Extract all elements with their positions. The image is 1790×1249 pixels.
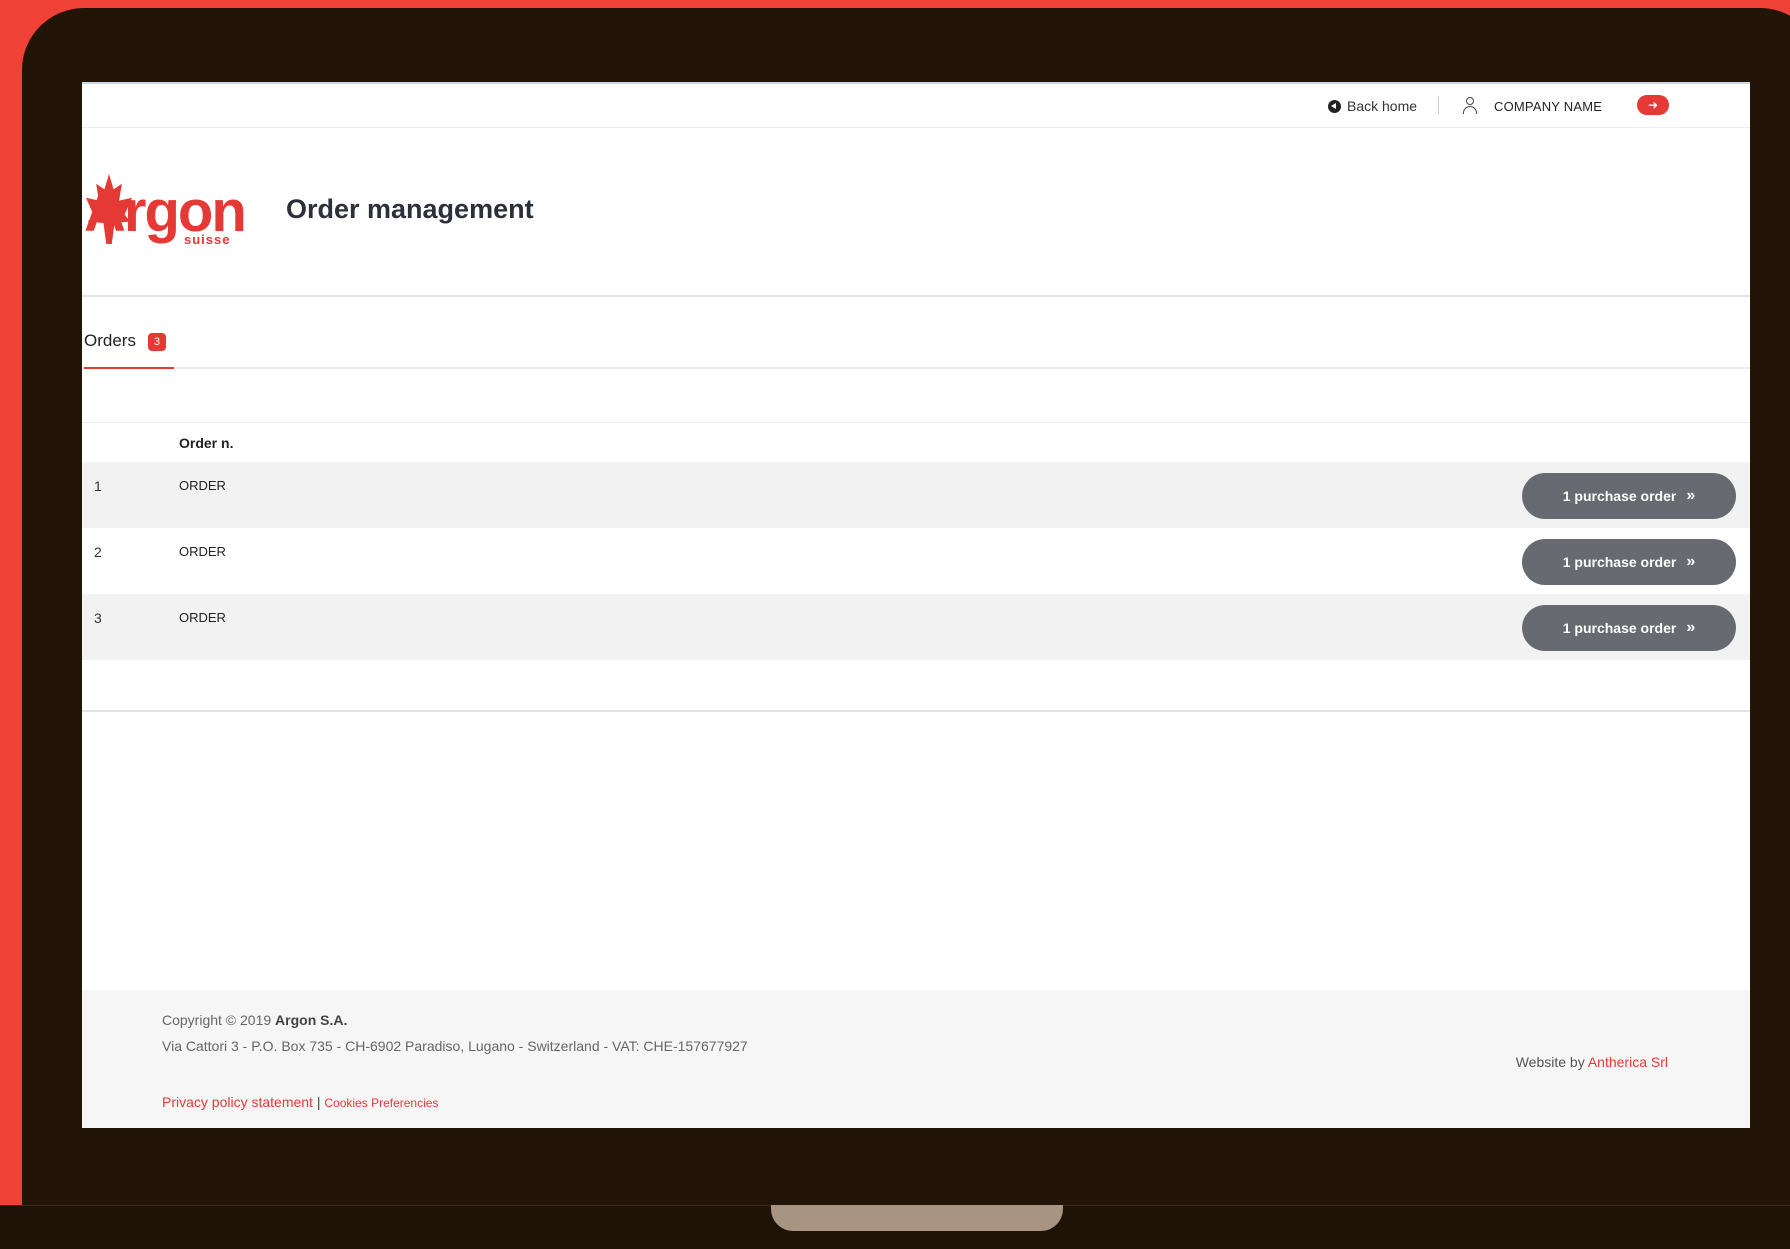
legal-links: Privacy policy statement | Cookies Prefe… bbox=[162, 1094, 438, 1110]
user-icon bbox=[1462, 97, 1478, 114]
back-home-label: Back home bbox=[1347, 98, 1418, 114]
back-home-link[interactable]: Back home bbox=[1328, 98, 1417, 114]
table-footer-divider bbox=[82, 660, 1750, 712]
tab-orders-label: Orders bbox=[84, 331, 136, 350]
orders-count-badge: 3 bbox=[147, 333, 166, 351]
row-number: 2 bbox=[94, 544, 102, 560]
company-name[interactable]: COMPANY NAME bbox=[1494, 99, 1602, 114]
table-row: 3 ORDER 1 purchase order » bbox=[82, 594, 1750, 660]
table-row: 1 ORDER 1 purchase order » bbox=[82, 462, 1750, 528]
sign-out-icon: ➜ bbox=[1647, 98, 1659, 112]
company-address: Via Cattori 3 - P.O. Box 735 - CH-6902 P… bbox=[162, 1038, 748, 1054]
screen: Back home COMPANY NAME ➜ Argon suisse Or… bbox=[82, 82, 1750, 1128]
purchase-order-button[interactable]: 1 purchase order » bbox=[1522, 605, 1736, 651]
divider bbox=[1438, 96, 1439, 114]
agency-link[interactable]: Antherica Srl bbox=[1588, 1054, 1668, 1070]
purchase-order-button[interactable]: 1 purchase order » bbox=[1522, 539, 1736, 585]
cookies-preferences-link[interactable]: Cookies Preferencies bbox=[324, 1096, 438, 1110]
table-header: Order n. bbox=[82, 422, 1750, 462]
purchase-order-button[interactable]: 1 purchase order » bbox=[1522, 473, 1736, 519]
purchase-order-label: 1 purchase order bbox=[1562, 488, 1677, 504]
privacy-policy-link[interactable]: Privacy policy statement bbox=[162, 1094, 313, 1110]
order-number: ORDER bbox=[179, 544, 226, 559]
link-separator: | bbox=[316, 1094, 321, 1110]
copyright-text: Copyright © 2019 bbox=[162, 1012, 272, 1028]
company-legal-name: Argon S.A. bbox=[275, 1012, 348, 1028]
row-number: 1 bbox=[94, 478, 102, 494]
tab-orders[interactable]: Orders 3 bbox=[84, 331, 174, 369]
tab-bar: Orders 3 bbox=[82, 297, 1750, 369]
website-credit: Website by Antherica Srl bbox=[1516, 1054, 1668, 1070]
page-header: Argon suisse Order management bbox=[82, 128, 1750, 297]
purchase-order-label: 1 purchase order bbox=[1562, 620, 1677, 636]
column-header-order-number: Order n. bbox=[179, 435, 234, 451]
table-row: 2 ORDER 1 purchase order » bbox=[82, 528, 1750, 594]
double-chevron-right-icon: » bbox=[1686, 487, 1696, 504]
website-by-label: Website by bbox=[1515, 1054, 1585, 1070]
order-number: ORDER bbox=[179, 478, 226, 493]
double-chevron-right-icon: » bbox=[1686, 553, 1696, 570]
logo-sub: suisse bbox=[184, 232, 231, 247]
page-title: Order management bbox=[286, 194, 534, 224]
double-chevron-right-icon: » bbox=[1686, 619, 1696, 636]
page-footer: Copyright © 2019 Argon S.A. Via Cattori … bbox=[82, 990, 1750, 1128]
arrow-left-circle-icon bbox=[1328, 99, 1341, 113]
top-bar: Back home COMPANY NAME ➜ bbox=[82, 84, 1750, 128]
orders-table: Order n. 1 ORDER 1 purchase order » 2 OR… bbox=[82, 422, 1750, 712]
row-number: 3 bbox=[94, 610, 102, 626]
logout-button[interactable]: ➜ bbox=[1637, 95, 1669, 115]
copyright: Copyright © 2019 Argon S.A. bbox=[162, 1012, 347, 1028]
laptop-notch bbox=[771, 1205, 1063, 1231]
order-number: ORDER bbox=[179, 610, 226, 625]
purchase-order-label: 1 purchase order bbox=[1562, 554, 1677, 570]
brand-logo[interactable]: Argon suisse bbox=[82, 166, 247, 252]
